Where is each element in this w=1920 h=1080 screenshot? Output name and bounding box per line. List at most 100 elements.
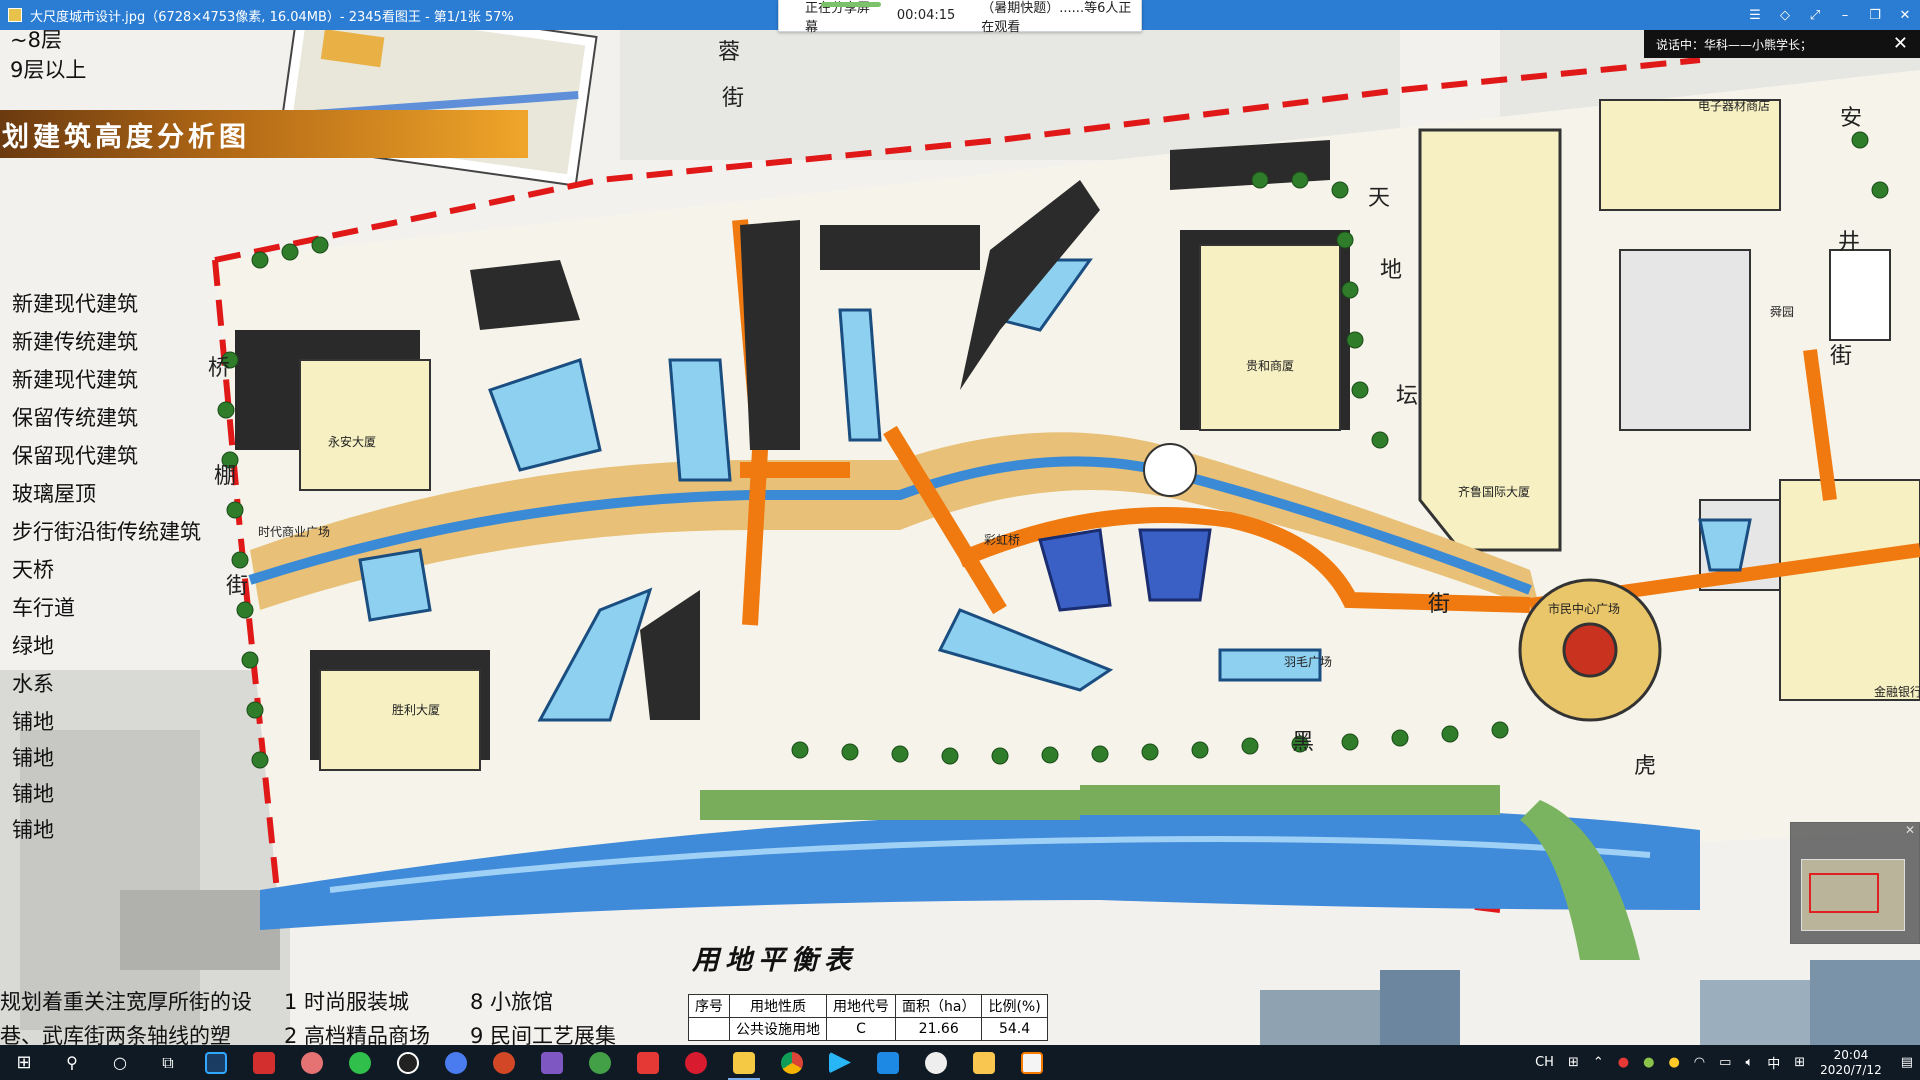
paint-icon[interactable] (528, 1045, 576, 1080)
legend-item: 铺地 (12, 782, 54, 806)
meeting-icon[interactable] (912, 1045, 960, 1080)
explorer-win-icon[interactable] (864, 1045, 912, 1080)
land-balance-title: 用地平衡表 (692, 945, 857, 976)
street-label: 安 (1840, 106, 1863, 131)
wechat-icon[interactable] (336, 1045, 384, 1080)
street-label: 蓉 (718, 40, 741, 65)
menu-icon[interactable]: ☰ (1740, 0, 1770, 30)
screen-share-bar[interactable]: 正在分享屏幕 00:04:15 （暑期快题）......等6人正在观看 (778, 0, 1142, 35)
map-label-caihong: 彩虹桥 (984, 533, 1021, 547)
fullscreen-icon[interactable]: ⤢ (1800, 0, 1830, 30)
slides-icon[interactable] (1008, 1045, 1056, 1080)
restore-icon[interactable]: ❐ (1860, 0, 1890, 30)
speaker-toast: 说话中：华科——小熊学长； ✕ (1644, 30, 1920, 58)
map-label-shidai: 时代商业广场 (258, 525, 331, 539)
powerpoint-icon[interactable] (480, 1045, 528, 1080)
map-label-yongan: 永安大厦 (328, 435, 377, 449)
legend-item: 玻璃屋顶 (12, 482, 96, 506)
legend-item: 新建传统建筑 (12, 330, 138, 354)
plan-image[interactable]: ~8层 9层以上 划建筑高度分析图 新建现代建筑 新建传统建筑 新建现代建筑 保… (0, 30, 1920, 1045)
taskview-icon[interactable]: ⧉ (144, 1045, 192, 1080)
keyboard-icon[interactable]: ⊞ (1794, 1055, 1805, 1070)
volume-icon[interactable]: 🔈︎ (1745, 1055, 1753, 1070)
clock[interactable]: 20:04 2020/7/12 (1820, 1048, 1882, 1078)
tray-chevron-icon[interactable]: ⌃ (1593, 1055, 1604, 1070)
speaker-text: 说话中：华科——小熊学长； (1656, 37, 1813, 52)
floor-note-top: ~8层 (10, 30, 62, 52)
minimize-icon[interactable]: – (1830, 0, 1860, 30)
street-label: 井 (1838, 230, 1861, 255)
tray-app-icon[interactable]: ● (1618, 1055, 1629, 1070)
map-label-shunyuan: 舜园 (1770, 305, 1795, 319)
close-icon[interactable]: ✕ (1905, 823, 1915, 837)
mail-icon[interactable] (288, 1045, 336, 1080)
netease-icon[interactable] (672, 1045, 720, 1080)
share-handle[interactable] (821, 2, 881, 7)
window-title: 大尺度城市设计.jpg（6728×4753像素, 16.04MB）- 2345看… (30, 9, 514, 25)
close-icon[interactable]: ✕ (1893, 33, 1908, 54)
legend-item: 保留现代建筑 (12, 444, 138, 468)
wifi-icon[interactable]: ◠ (1694, 1055, 1705, 1070)
legend-item: 步行街沿街传统建筑 (12, 520, 201, 544)
qq-icon[interactable] (384, 1045, 432, 1080)
ime-icon[interactable]: ⊞ (1568, 1055, 1579, 1070)
table-cell: 21.66 (894, 1017, 983, 1041)
land-balance-table: 序号 用地性质 用地代号 面积（ha） 比例(%) 公共设施用地 C 21.66… (688, 994, 1048, 1041)
image-viewer-icon[interactable] (720, 1045, 768, 1080)
design-note: 2 高档精品商场 (284, 1024, 431, 1045)
language-indicator[interactable]: 中 (1767, 1053, 1780, 1072)
legend-item: 天桥 (12, 558, 54, 582)
legend-item: 绿地 (12, 634, 54, 658)
table-header: 用地代号 (826, 994, 896, 1018)
table-header: 用地性质 (729, 994, 827, 1018)
xmind-icon[interactable] (624, 1045, 672, 1080)
close-icon[interactable]: ✕ (1890, 0, 1920, 30)
legend-item: 保留传统建筑 (12, 406, 138, 430)
media-player-icon[interactable] (816, 1045, 864, 1080)
table-cell: 公共设施用地 (729, 1017, 827, 1041)
start-icon[interactable]: ⊞ (0, 1045, 48, 1080)
ime-mode[interactable]: CH (1535, 1055, 1554, 1070)
tray-app-icon[interactable]: ● (1643, 1055, 1654, 1070)
navigator-viewport[interactable] (1809, 873, 1879, 913)
system-tray: CH ⊞ ⌃ ● ● ● ◠ ▭ 🔈︎ 中 ⊞ 20:04 2020/7/12 … (1528, 1045, 1920, 1080)
map-label-jinzhu: 金融银行 (1874, 685, 1920, 699)
legend-item: 铺地 (12, 710, 54, 734)
cortana-icon[interactable]: ○ (96, 1045, 144, 1080)
floor-note: 9层以上 (10, 58, 87, 82)
skin-icon[interactable]: ◇ (1770, 0, 1800, 30)
map-label-qilu: 齐鲁国际大厦 (1458, 485, 1531, 499)
baidu-icon[interactable] (432, 1045, 480, 1080)
wps-icon[interactable] (240, 1045, 288, 1080)
design-note: 1 时尚服装城 (284, 990, 410, 1014)
search-icon[interactable]: ⚲ (48, 1045, 96, 1080)
table-header: 面积（ha） (894, 994, 983, 1018)
folder-icon[interactable] (960, 1045, 1008, 1080)
map-label-dianzi: 电子器材商店 (1698, 99, 1771, 113)
chrome-icon[interactable] (768, 1045, 816, 1080)
browser-green-icon[interactable] (576, 1045, 624, 1080)
street-label: 虎 (1634, 754, 1657, 779)
battery-icon[interactable]: ▭ (1719, 1055, 1731, 1070)
image-navigator[interactable]: ✕ (1790, 822, 1920, 944)
design-note: 规划着重关注宽厚所街的设 (0, 990, 252, 1014)
map-label-guihe: 贵和商厦 (1246, 359, 1295, 373)
notification-icon[interactable]: ▤ (1901, 1055, 1913, 1070)
street-label: 街 (1830, 344, 1853, 369)
table-header: 序号 (688, 994, 730, 1018)
legend-item: 新建现代建筑 (12, 368, 138, 392)
legend-item: 铺地 (12, 746, 54, 770)
street-label: 棚 (214, 464, 237, 489)
clock-time: 20:04 (1833, 1047, 1869, 1062)
design-note: 巷、武库街两条轴线的塑 (0, 1024, 231, 1045)
table-header: 比例(%) (981, 994, 1048, 1018)
street-label: 黑 (1292, 730, 1315, 755)
legend-item: 水系 (12, 672, 54, 696)
share-meeting: （暑期快题）......等6人正在观看 (981, 0, 1132, 35)
taskbar: ⊞ ⚲ ○ ⧉ CH ⊞ ⌃ ● ● ● ◠ ▭ 🔈︎ 中 ⊞ 20:04 20… (0, 1045, 1920, 1080)
tray-app-icon[interactable]: ● (1668, 1055, 1679, 1070)
table-cell: 54.4 (981, 1017, 1048, 1041)
photoshop-icon[interactable] (192, 1045, 240, 1080)
street-label: 天 (1368, 186, 1391, 211)
share-timer: 00:04:15 (896, 8, 956, 23)
